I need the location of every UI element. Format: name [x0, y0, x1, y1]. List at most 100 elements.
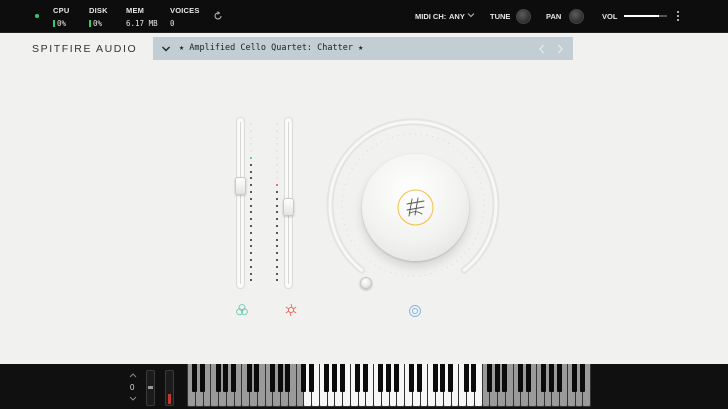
pan-knob[interactable]: [569, 9, 584, 24]
volume-slider-fill: [624, 15, 660, 17]
meter-dot: [276, 211, 278, 214]
brand-logo: SPITFIRE AUDIO: [32, 43, 138, 55]
disk-bar: [89, 20, 91, 27]
meter-dot: [250, 231, 252, 234]
piano-key-black[interactable]: [300, 364, 306, 392]
dynamics-slider[interactable]: [283, 117, 294, 289]
reverb-icon[interactable]: [408, 304, 422, 318]
piano-key-black[interactable]: [409, 364, 415, 392]
dynamics-slider-thumb[interactable]: [283, 198, 294, 217]
chevron-down-icon[interactable]: [467, 11, 475, 19]
piano-key-black[interactable]: [200, 364, 206, 392]
piano-key-black[interactable]: [432, 364, 438, 392]
meter-dot: [276, 184, 278, 187]
meter-dot: [250, 272, 252, 275]
piano-key-black[interactable]: [378, 364, 384, 392]
mod-wheel-fill: [168, 393, 171, 404]
piano-key-black[interactable]: [440, 364, 446, 392]
pan-label: PAN: [546, 12, 562, 21]
meter-dot: [250, 197, 252, 200]
expression-slider-thumb[interactable]: [235, 176, 246, 195]
piano-key-black[interactable]: [502, 364, 508, 392]
midi-channel-select[interactable]: ANY: [449, 12, 465, 21]
expression-slider[interactable]: [235, 117, 246, 289]
meter-dot: [250, 265, 252, 268]
preset-selector[interactable]: ★ Amplified Cello Quartet: Chatter ★: [153, 37, 573, 60]
volume-slider[interactable]: [624, 15, 667, 17]
mem-value: 6.17 MB: [126, 19, 158, 28]
meter-dot: [276, 150, 278, 153]
disk-meter: DISK 0%: [89, 6, 108, 28]
meter-dot: [276, 218, 278, 221]
piano-key-black[interactable]: [486, 364, 492, 392]
piano-key-black[interactable]: [541, 364, 547, 392]
piano-key-black[interactable]: [517, 364, 523, 392]
expression-level-meter: [250, 123, 253, 288]
main-dial-handle[interactable]: [360, 277, 372, 289]
piano-key-black[interactable]: [285, 364, 291, 392]
piano-key-black[interactable]: [246, 364, 252, 392]
next-preset-icon[interactable]: [555, 43, 565, 55]
piano-key-black[interactable]: [324, 364, 330, 392]
meter-dot: [250, 123, 252, 125]
piano-key-black[interactable]: [525, 364, 531, 392]
tune-knob[interactable]: [516, 9, 531, 24]
piano-key-black[interactable]: [579, 364, 585, 392]
piano-key-black[interactable]: [254, 364, 260, 392]
preset-name[interactable]: ★ Amplified Cello Quartet: Chatter ★: [179, 43, 363, 53]
meter-dot: [250, 204, 252, 207]
piano-key-black[interactable]: [231, 364, 237, 392]
piano-key-black[interactable]: [386, 364, 392, 392]
chevron-down-icon[interactable]: [161, 44, 171, 54]
piano-key-black[interactable]: [192, 364, 198, 392]
octave-down-icon[interactable]: [129, 396, 137, 402]
disk-value: 0%: [93, 19, 103, 28]
piano-key-black[interactable]: [339, 364, 345, 392]
meter-dot: [250, 238, 252, 241]
piano-key-black[interactable]: [277, 364, 283, 392]
previous-preset-icon[interactable]: [537, 43, 547, 55]
dynamics-icon[interactable]: [284, 303, 298, 317]
pitch-wheel-marker: [148, 386, 153, 389]
meter-dot: [250, 211, 252, 214]
piano-key-black[interactable]: [362, 364, 368, 392]
piano-key-black[interactable]: [269, 364, 275, 392]
meter-dot: [250, 184, 252, 187]
cpu-value: 0%: [57, 19, 67, 28]
piano-key-black[interactable]: [556, 364, 562, 392]
piano-key-black[interactable]: [494, 364, 500, 392]
piano-key-black[interactable]: [331, 364, 337, 392]
piano-key-black[interactable]: [572, 364, 578, 392]
pitch-wheel[interactable]: [146, 370, 155, 406]
mod-wheel[interactable]: [165, 370, 174, 406]
meter-dot: [250, 143, 252, 146]
meter-dot: [276, 259, 278, 261]
piano-key-black[interactable]: [463, 364, 469, 392]
refresh-icon[interactable]: [213, 11, 223, 21]
piano-key-black[interactable]: [471, 364, 477, 392]
piano-key-black[interactable]: [355, 364, 361, 392]
dynamics-level-meter: [276, 123, 279, 288]
piano-key-black[interactable]: [223, 364, 229, 392]
meter-dot: [250, 177, 252, 180]
keyboard-strip: 0: [0, 364, 728, 409]
meter-dot: [276, 231, 278, 234]
expression-icon[interactable]: [235, 303, 249, 317]
meter-dot: [250, 245, 252, 248]
cpu-label: CPU: [53, 6, 70, 15]
piano-key-black[interactable]: [308, 364, 314, 392]
meter-dot: [276, 177, 278, 180]
more-options-icon[interactable]: [676, 10, 680, 22]
meter-dot: [250, 129, 252, 132]
piano-keyboard[interactable]: [187, 364, 594, 409]
mem-meter: MEM 6.17 MB: [126, 6, 158, 28]
piano-key-black[interactable]: [215, 364, 221, 392]
meter-dot: [276, 129, 278, 132]
piano-key-black[interactable]: [548, 364, 554, 392]
piano-key-black[interactable]: [393, 364, 399, 392]
meter-dot: [276, 265, 278, 268]
piano-key-black[interactable]: [448, 364, 454, 392]
octave-up-icon[interactable]: [129, 372, 137, 378]
piano-key-black[interactable]: [417, 364, 423, 392]
meter-dot: [276, 157, 278, 159]
